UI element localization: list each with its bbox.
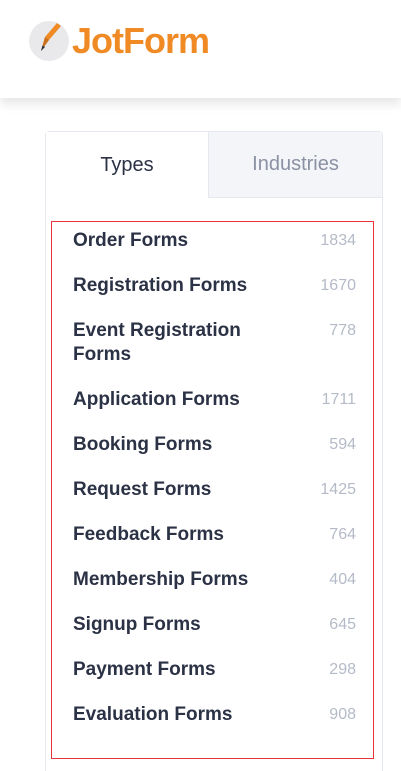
list-item-label: Registration Forms [73, 275, 248, 296]
jotform-pencil-icon [29, 21, 69, 61]
list-item-count: 1834 [320, 232, 356, 249]
list-item-count: 645 [329, 616, 356, 633]
jotform-logo[interactable]: JotForm [28, 20, 210, 62]
list-item-label: Membership Forms [73, 569, 249, 590]
list-item-label: Application Forms [73, 389, 240, 410]
list-item-label: Signup Forms [73, 614, 201, 635]
list-item-count: 594 [329, 436, 356, 453]
list-item-count: 908 [329, 706, 356, 723]
list-item-label: Evaluation Forms [73, 704, 233, 725]
list-item-label: Request Forms [73, 479, 212, 500]
list-item-count: 404 [329, 571, 356, 588]
tab-industries[interactable]: Industries [208, 132, 382, 198]
list-item-registration-forms[interactable]: Registration Forms 1670 [52, 274, 373, 298]
list-item-count: 764 [329, 526, 356, 543]
list-item-order-forms[interactable]: Order Forms 1834 [52, 229, 373, 253]
list-item-event-registration-forms[interactable]: Event Registration Forms 778 [52, 319, 373, 367]
list-item-label: Order Forms [73, 230, 189, 251]
list-item-application-forms[interactable]: Application Forms 1711 [52, 388, 373, 412]
list-item-label: Booking Forms [73, 434, 213, 455]
list-item-label: Feedback Forms [73, 524, 224, 545]
brand-name: JotForm [72, 20, 210, 61]
list-item-payment-forms[interactable]: Payment Forms 298 [52, 658, 373, 682]
tab-types[interactable]: Types [46, 132, 208, 198]
list-item-count: 298 [329, 661, 356, 678]
list-item-count: 778 [329, 322, 356, 339]
list-item-membership-forms[interactable]: Membership Forms 404 [52, 568, 373, 592]
category-tabs: Types Industries [46, 132, 382, 198]
form-type-list: Order Forms 1834 Registration Forms 1670… [51, 221, 374, 759]
list-item-booking-forms[interactable]: Booking Forms 594 [52, 433, 373, 457]
list-item-label: Payment Forms [73, 659, 216, 680]
list-item-count: 1670 [320, 277, 356, 294]
list-item-count: 1425 [320, 481, 356, 498]
list-item-label: Event Registration Forms [73, 320, 241, 365]
list-item-evaluation-forms[interactable]: Evaluation Forms 908 [52, 703, 373, 727]
list-item-count: 1711 [321, 391, 356, 408]
form-categories-panel: Types Industries Order Forms 1834 Regist… [45, 131, 383, 771]
list-item-feedback-forms[interactable]: Feedback Forms 764 [52, 523, 373, 547]
site-header: JotForm [0, 0, 401, 98]
list-item-signup-forms[interactable]: Signup Forms 645 [52, 613, 373, 637]
list-item-request-forms[interactable]: Request Forms 1425 [52, 478, 373, 502]
